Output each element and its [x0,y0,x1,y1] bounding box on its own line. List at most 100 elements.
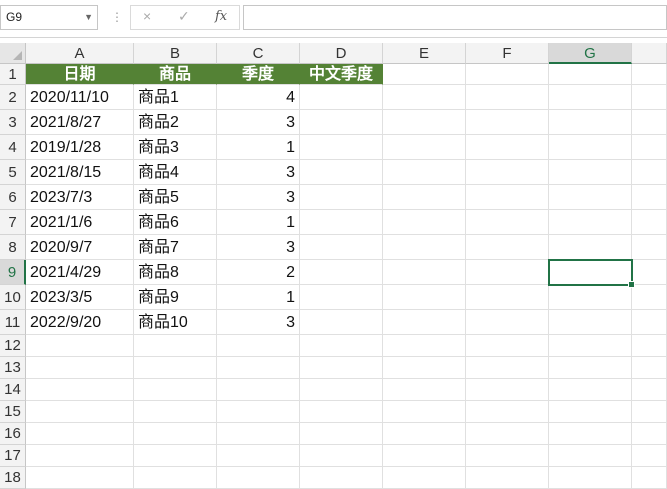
grid-cell[interactable] [632,285,667,310]
grid-cell[interactable] [549,185,632,210]
row-header-1[interactable]: 1 [0,64,26,85]
grid-cell[interactable]: 2 [217,260,300,285]
grid-cell[interactable] [632,379,667,401]
grid-cell[interactable] [466,260,549,285]
row-header-10[interactable]: 10 [0,285,26,310]
grid-cell[interactable] [383,160,466,185]
grid-cell[interactable] [549,210,632,235]
grid-cell[interactable]: 2023/3/5 [26,285,134,310]
grid-cell[interactable] [300,335,383,357]
grid-cell[interactable] [632,185,667,210]
column-header-c[interactable]: C [217,43,300,64]
column-header-g[interactable]: G [549,43,632,64]
grid-cell[interactable] [466,335,549,357]
grid-cell[interactable] [632,423,667,445]
grid-cell[interactable] [549,467,632,489]
grid-cell[interactable] [549,85,632,110]
grid-cell[interactable] [466,64,549,85]
grid-cell[interactable] [134,423,217,445]
grid-cell[interactable]: 3 [217,110,300,135]
grid-cell[interactable] [383,335,466,357]
chevron-down-icon[interactable]: ▼ [84,6,93,29]
grid-cell[interactable] [217,467,300,489]
grid-cell[interactable]: 1 [217,135,300,160]
grid-cell[interactable]: 商品10 [134,310,217,335]
grid-cell[interactable] [383,310,466,335]
grid-cell[interactable] [549,401,632,423]
grid-cell[interactable] [466,401,549,423]
enter-icon[interactable]: ✓ [178,8,190,25]
grid-cell[interactable] [217,379,300,401]
grid-cell[interactable] [26,445,134,467]
grid-cell[interactable] [632,135,667,160]
grid-cell[interactable]: 商品9 [134,285,217,310]
grid-cell[interactable]: 2021/4/29 [26,260,134,285]
grid-cell[interactable] [134,379,217,401]
grid-cell[interactable] [383,210,466,235]
row-header-3[interactable]: 3 [0,110,26,135]
grid-cell[interactable] [383,235,466,260]
grid-cell[interactable]: 商品6 [134,210,217,235]
grid-cell[interactable] [549,110,632,135]
grid-cell[interactable] [300,379,383,401]
grid-cell[interactable]: 商品2 [134,110,217,135]
grid-cell[interactable] [466,210,549,235]
grid-cell[interactable] [549,310,632,335]
column-header-e[interactable]: E [383,43,466,64]
grid-cell[interactable] [632,445,667,467]
grid-cell[interactable] [300,210,383,235]
grid-cell[interactable] [549,357,632,379]
grid-cell[interactable]: 商品4 [134,160,217,185]
table-header-cell[interactable]: 日期 [26,64,134,85]
grid-cell[interactable] [134,401,217,423]
column-header-d[interactable]: D [300,43,383,64]
grid-cell[interactable] [217,423,300,445]
grid-cell[interactable] [466,160,549,185]
grid-cell[interactable]: 1 [217,285,300,310]
grid-cell[interactable] [632,64,667,85]
grid-cell[interactable] [300,85,383,110]
row-header-12[interactable]: 12 [0,335,26,357]
grid-cell[interactable] [134,335,217,357]
grid-cell[interactable] [549,423,632,445]
grid-cell[interactable]: 2019/1/28 [26,135,134,160]
grid-cell[interactable]: 1 [217,210,300,235]
grid-cell[interactable] [632,235,667,260]
grid-cell[interactable] [466,467,549,489]
grid-cell[interactable] [300,160,383,185]
grid-cell[interactable] [26,423,134,445]
grid-cell[interactable]: 商品5 [134,185,217,210]
row-header-15[interactable]: 15 [0,401,26,423]
grid-cell[interactable] [632,335,667,357]
grid-cell[interactable] [632,357,667,379]
grid-cell[interactable] [549,335,632,357]
grid-cell[interactable] [466,379,549,401]
grid-cell[interactable] [217,445,300,467]
row-header-7[interactable]: 7 [0,210,26,235]
row-header-5[interactable]: 5 [0,160,26,185]
grid-cell[interactable] [26,401,134,423]
row-header-18[interactable]: 18 [0,467,26,489]
grid-cell[interactable] [632,160,667,185]
row-header-8[interactable]: 8 [0,235,26,260]
grid-cell[interactable]: 商品8 [134,260,217,285]
grid-cell[interactable]: 商品3 [134,135,217,160]
row-header-13[interactable]: 13 [0,357,26,379]
grid-cell[interactable] [300,445,383,467]
row-header-4[interactable]: 4 [0,135,26,160]
grid-cell[interactable] [549,379,632,401]
grid-cell[interactable] [549,135,632,160]
name-box[interactable]: G9 ▼ [0,5,98,30]
grid-cell[interactable] [300,401,383,423]
grid-cell[interactable] [383,445,466,467]
insert-function-icon[interactable]: fx [215,9,227,24]
grid-cell[interactable] [632,401,667,423]
grid-cell[interactable] [632,85,667,110]
column-header-b[interactable]: B [134,43,217,64]
grid-cell[interactable] [632,110,667,135]
grid-cell[interactable] [466,110,549,135]
grid-cell[interactable] [300,310,383,335]
grid-cell[interactable] [383,64,466,85]
grid-cell[interactable] [383,285,466,310]
grid-cell[interactable] [300,110,383,135]
